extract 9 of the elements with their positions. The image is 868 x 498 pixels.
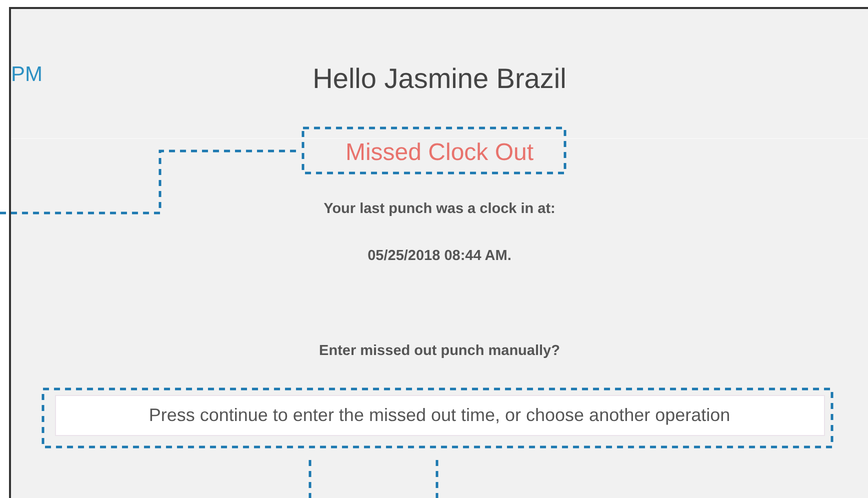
leader-line (436, 460, 438, 498)
time-fragment: PM (11, 63, 42, 87)
status-title: Missed Clock Out (345, 139, 534, 167)
last-punch-time: 05/25/2018 08:44 AM. (368, 248, 512, 264)
question-text: Enter missed out punch manually? (319, 343, 560, 359)
greeting: Hello Jasmine Brazil (312, 63, 566, 95)
message-box: Press continue to enter the missed out time, or choose another operation (54, 395, 824, 436)
leader-line (308, 460, 312, 498)
last-punch-label: Your last punch was a clock in at: (324, 201, 556, 217)
